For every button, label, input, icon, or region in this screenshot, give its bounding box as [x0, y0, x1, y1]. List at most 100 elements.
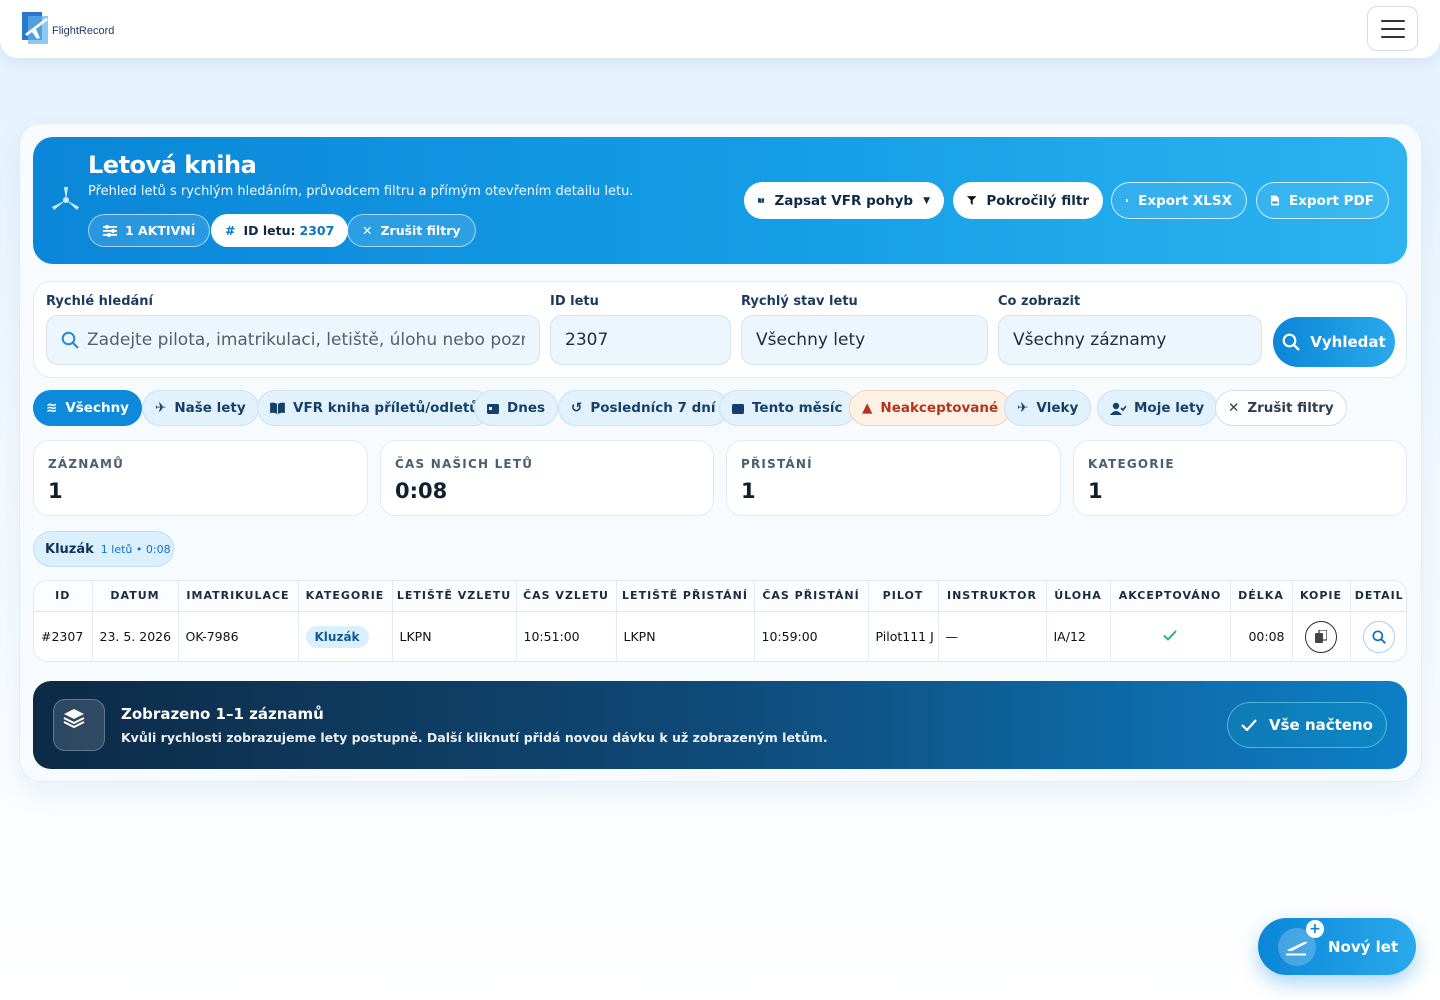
loaded-banner: Zobrazeno 1–1 záznamů Kvůli rychlosti zo…	[33, 681, 1407, 769]
filter-today[interactable]: Dnes	[474, 390, 559, 426]
menu-line-icon	[1380, 27, 1405, 30]
page-subtitle: Přehled letů s rychlým hledáním, průvodc…	[88, 184, 634, 199]
advanced-filter-button[interactable]: Pokročilý filtr	[953, 182, 1103, 219]
cell-pilot: Pilot111 J	[868, 611, 939, 661]
column-header[interactable]: LETIŠTĚ VZLETU	[392, 581, 517, 612]
hamburger-menu-button[interactable]	[1367, 6, 1418, 51]
stat-label: PŘISTÁNÍ	[741, 457, 813, 471]
flight-status-label: Rychlý stav letu	[741, 294, 858, 309]
filter-clear-label: Zrušit filtry	[1247, 400, 1334, 416]
column-header[interactable]: ID	[34, 581, 93, 612]
filter-icon	[967, 196, 977, 205]
banner-title: Zobrazeno 1–1 záznamů	[121, 705, 324, 723]
all-loaded-button[interactable]: Vše načteno	[1227, 702, 1387, 748]
export-pdf-label: Export PDF	[1288, 192, 1374, 209]
vfr-movement-dropdown-button[interactable]: Zapsat VFR pohyb ▼	[744, 182, 944, 219]
stat-value: 1	[1088, 479, 1103, 503]
category-meta: 1 letů • 0:08	[100, 542, 171, 556]
column-header[interactable]: ČAS VZLETU	[516, 581, 617, 612]
filter-last-7-days-label: Posledních 7 dní	[590, 400, 716, 416]
flights-table: ID DATUM IMATRIKULACE KATEGORIE LETIŠTĚ …	[33, 580, 1407, 662]
column-header[interactable]: LETIŠTĚ PŘISTÁNÍ	[616, 581, 755, 612]
column-header[interactable]: DÉLKA	[1230, 581, 1293, 612]
history-icon: ↺	[571, 400, 583, 416]
filter-this-month-label: Tento měsíc	[752, 400, 843, 416]
filter-my-flights[interactable]: Moje lety	[1097, 390, 1218, 426]
column-header[interactable]: DATUM	[92, 581, 179, 612]
flight-id-input[interactable]	[565, 330, 716, 350]
column-header[interactable]: PILOT	[868, 581, 939, 612]
cell-duration: 00:08	[1230, 611, 1293, 661]
copy-button[interactable]	[1305, 620, 1337, 653]
stat-label: ZÁZNAMŮ	[48, 457, 125, 471]
filter-vfr-book-label: VFR kniha příletů/odletů	[293, 400, 479, 416]
detail-button[interactable]	[1363, 620, 1396, 653]
display-mode-select[interactable]: Všechny záznamy	[998, 315, 1262, 365]
export-xlsx-button[interactable]: Export XLSX	[1111, 182, 1247, 219]
plus-icon: +	[1306, 919, 1324, 938]
column-header[interactable]: KATEGORIE	[298, 581, 393, 612]
category-badge: Kluzák	[305, 625, 369, 648]
column-header[interactable]: AKCEPTOVÁNO	[1110, 581, 1231, 612]
filter-our-flights-label: Naše lety	[174, 400, 246, 416]
app-logo[interactable]: FlightRecord	[22, 12, 114, 44]
cell-instructor: —	[938, 611, 1047, 661]
clear-filters-label: Zrušit filtry	[380, 223, 461, 238]
book-icon	[270, 402, 285, 414]
filter-my-flights-label: Moje lety	[1134, 400, 1205, 416]
close-icon: ✕	[1228, 400, 1240, 416]
column-header: DETAIL	[1350, 581, 1406, 612]
filter-all[interactable]: ≋ Všechny	[33, 390, 142, 426]
search-button[interactable]: Vyhledat	[1273, 317, 1395, 367]
column-header[interactable]: ÚLOHA	[1046, 581, 1111, 612]
filter-our-flights[interactable]: ✈ Naše lety	[142, 390, 259, 426]
sliders-icon	[103, 224, 117, 237]
category-summary-chip[interactable]: Kluzák 1 letů • 0:08	[33, 531, 174, 567]
search-button-label: Vyhledat	[1310, 333, 1386, 351]
display-mode-label: Co zobrazit	[998, 294, 1081, 309]
flight-status-value: Všechny lety	[756, 330, 866, 350]
caret-down-icon: ▼	[923, 195, 930, 206]
clear-filters-chip[interactable]: ✕ Zrušit filtry	[347, 214, 476, 247]
logo-text: FlightRecord	[52, 25, 115, 37]
column-header[interactable]: ČAS PŘISTÁNÍ	[754, 581, 869, 612]
search-icon	[1282, 333, 1301, 351]
quick-search-input[interactable]	[87, 330, 525, 350]
warning-icon: ▲	[862, 400, 873, 416]
id-filter-chip[interactable]: # ID letu: 2307	[211, 214, 349, 247]
flight-status-select[interactable]: Všechny lety	[741, 315, 988, 365]
active-filters-chip[interactable]: 1 AKTIVNÍ	[88, 214, 211, 247]
stat-categories: KATEGORIE 1	[1073, 440, 1407, 516]
logo-plane-icon	[22, 12, 50, 44]
hash-icon: #	[225, 223, 236, 238]
id-filter-value: 2307	[299, 223, 335, 238]
cell-registration: OK-7986	[178, 611, 299, 661]
filter-last-7-days[interactable]: ↺ Posledních 7 dní	[558, 390, 729, 426]
stat-label: KATEGORIE	[1088, 457, 1175, 471]
filter-tows[interactable]: ✈ Vleky	[1004, 390, 1092, 426]
book-icon	[758, 198, 765, 204]
flight-id-field	[550, 315, 731, 365]
top-navbar: FlightRecord	[0, 0, 1440, 58]
filter-unaccepted[interactable]: ▲ Neakceptované	[849, 390, 1012, 426]
new-flight-button[interactable]: + Nový let	[1258, 918, 1416, 975]
filter-this-month[interactable]: Tento měsíc	[719, 390, 856, 426]
column-header[interactable]: IMATRIKULACE	[178, 581, 299, 612]
table-row[interactable]: #2307 23. 5. 2026 OK-7986 Kluzák LKPN 10…	[34, 611, 1406, 661]
propeller-icon	[51, 185, 81, 215]
filter-clear[interactable]: ✕ Zrušit filtry	[1215, 390, 1347, 426]
user-check-icon	[1110, 402, 1126, 415]
cell-landing-airport: LKPN	[616, 611, 755, 661]
takeoff-icon: ✈	[1017, 400, 1029, 416]
check-icon	[1163, 630, 1177, 642]
export-pdf-button[interactable]: Export PDF	[1256, 182, 1389, 219]
column-header[interactable]: INSTRUKTOR	[938, 581, 1047, 612]
search-icon	[61, 331, 79, 349]
filter-vfr-book[interactable]: VFR kniha příletů/odletů	[257, 390, 492, 426]
search-panel: Rychlé hledání ID letu Rychlý stav letu …	[33, 281, 1407, 378]
quick-search-label: Rychlé hledání	[46, 294, 153, 309]
menu-line-icon	[1380, 35, 1405, 38]
stat-value: 1	[741, 479, 756, 503]
cell-detail	[1350, 611, 1406, 661]
stat-value: 0:08	[395, 479, 448, 503]
